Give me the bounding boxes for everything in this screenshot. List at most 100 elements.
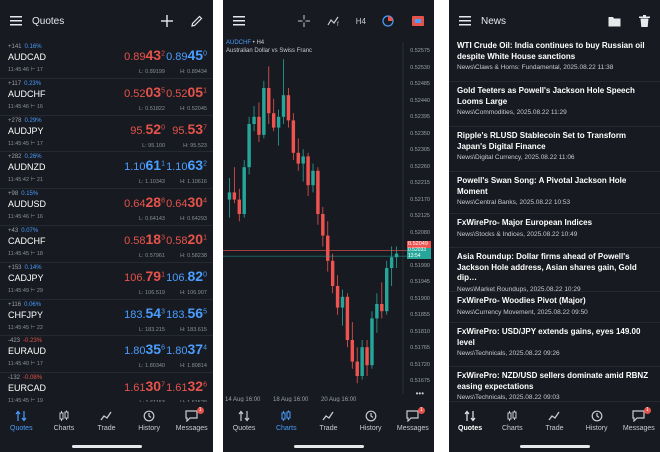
bid-price-big: 35 (145, 341, 162, 358)
news-item[interactable]: FxWirePro: NZD/USD sellers dominate amid… (449, 367, 660, 402)
trash-icon[interactable] (636, 13, 652, 29)
quote-change-percent: 0.16% (24, 44, 42, 50)
quote-time: 11:45:46 ⊢ 16 (8, 104, 43, 110)
bid-price[interactable]: 106.791 (124, 268, 165, 284)
nav-messages[interactable]: 1 Messages (393, 407, 433, 432)
news-item[interactable]: FxWirePro- Major European Indices News\St… (449, 214, 660, 248)
news-item[interactable]: Asia Roundup: Dollar firms ahead of Powe… (449, 248, 660, 293)
nav-quotes[interactable]: Quotes (450, 410, 490, 432)
nav-charts[interactable]: Charts (492, 410, 532, 432)
nav-history[interactable]: History (129, 410, 169, 432)
menu-icon[interactable] (8, 13, 24, 29)
candle-bearish (296, 138, 300, 171)
one-click-trading-icon[interactable] (410, 13, 426, 29)
bid-price-big: 30 (145, 378, 162, 395)
candle-bullish (262, 80, 266, 139)
news-item[interactable]: FxWirePro- Woodies Pivot (Major) News\Cur… (449, 292, 660, 323)
menu-icon[interactable] (231, 13, 247, 29)
add-icon[interactable] (159, 13, 175, 29)
candle-bullish (360, 340, 364, 380)
folder-icon[interactable] (606, 13, 622, 29)
bid-price[interactable]: 0.89432 (124, 47, 165, 63)
candlestick-chart[interactable] (223, 42, 434, 402)
candle-body (316, 170, 320, 214)
nav-quotes[interactable]: Quotes (224, 410, 264, 432)
quotes-arrows-icon (464, 410, 476, 422)
quote-row[interactable]: +117 0.23% AUDCHF 11:45:46 ⊢ 16 0.52035 0.520… (0, 79, 213, 116)
bid-price[interactable]: 183.543 (124, 305, 165, 321)
quote-change-points: +43 (8, 228, 19, 234)
candle-body (306, 156, 310, 186)
ask-price-big: 53 (187, 120, 204, 137)
quote-row[interactable]: +43 0.07% CADCHF 11:45:45 ⊢ 18 0.58183 0.5820… (0, 226, 213, 263)
ask-price[interactable]: 0.89450 (166, 47, 207, 63)
ask-price[interactable]: 1.61326 (166, 378, 207, 394)
timeframe-button[interactable]: H4 (356, 17, 366, 26)
quote-change-percent: 0.07% (21, 228, 39, 234)
quote-row[interactable]: +116 0.06% CHFJPY 11:45:45 ⊢ 22 183.543 183.5… (0, 300, 213, 337)
candle-body (350, 340, 355, 362)
menu-icon[interactable] (457, 13, 473, 29)
news-headline: Ripple's RLUSD Stablecoin Set to Transfo… (457, 131, 627, 151)
bid-price[interactable]: 1.80356 (124, 341, 165, 357)
messages-badge: 1 (417, 407, 425, 414)
bid-price[interactable]: 1.10611 (124, 157, 165, 173)
candle-body (384, 268, 389, 312)
bid-price[interactable]: 0.64288 (124, 194, 165, 210)
nav-history[interactable]: History (577, 410, 617, 432)
ask-price-big: 45 (187, 47, 204, 63)
nav-trade[interactable]: Trade (534, 410, 574, 432)
candle-body (370, 318, 374, 366)
nav-messages[interactable]: 1 Messages (619, 407, 659, 432)
ask-price[interactable]: 95.537 (172, 121, 207, 137)
quote-row[interactable]: +141 0.16% AUDCAD 11:45:46 ⊢ 17 0.89432 0.894… (0, 42, 213, 79)
bid-price[interactable]: 0.52035 (124, 84, 165, 100)
nav-charts[interactable]: Charts (44, 410, 84, 432)
nav-history-label: History (359, 425, 382, 432)
news-item[interactable]: Ripple's RLUSD Stablecoin Set to Transfo… (449, 127, 660, 172)
more-dots[interactable]: ••• (416, 389, 424, 398)
nav-trade[interactable]: Trade (86, 410, 126, 432)
bid-price[interactable]: 1.61307 (124, 378, 165, 394)
nav-trade[interactable]: Trade (308, 410, 348, 432)
quote-row[interactable]: +282 0.26% AUDNZD 11:45:42 ⊢ 21 1.10611 1.106… (0, 152, 213, 190)
news-item[interactable]: WTI Crude Oil: India continues to buy Ru… (449, 37, 660, 82)
candle-body (326, 235, 330, 261)
ask-price-main: 1.10 (166, 161, 188, 174)
news-item[interactable]: FxWirePro: USD/JPY extends gains, eyes 1… (449, 323, 660, 367)
ask-price[interactable]: 1.10632 (166, 157, 207, 173)
ask-price[interactable]: 0.64304 (166, 194, 207, 210)
quote-change-percent: -0.08% (23, 375, 43, 382)
ask-price[interactable]: 0.52051 (166, 84, 207, 100)
trade-clock-icon[interactable] (380, 13, 396, 29)
ask-price[interactable]: 106.820 (166, 268, 207, 284)
bid-price-pip: 3 (161, 307, 165, 315)
nav-charts[interactable]: Charts (266, 410, 306, 432)
news-item[interactable]: Powell's Swan Song: A Pivotal Jackson Ho… (449, 172, 660, 214)
quote-change: +43 0.07% (8, 228, 38, 234)
news-item[interactable]: Gold Teeters as Powell's Jackson Hole Sp… (449, 82, 660, 127)
quote-row[interactable]: -423 -0.23% EURAUD 11:45:40 ⊢ 17 1.80356 1.80… (0, 336, 213, 374)
quotes-arrows-icon (238, 410, 250, 422)
quote-row[interactable]: +98 0.15% AUDUSD 11:45:46 ⊢ 16 0.64288 0.6430… (0, 189, 213, 226)
indicators-icon[interactable]: f (326, 13, 342, 29)
candle-bearish (326, 221, 330, 272)
quote-time-value: 11:45:45 (8, 324, 30, 331)
ask-price[interactable]: 0.58201 (166, 231, 207, 247)
quote-spread: 21 (36, 177, 43, 184)
quote-change-points: +117 (8, 80, 22, 87)
nav-history[interactable]: History (351, 410, 391, 432)
crosshair-icon[interactable] (296, 13, 312, 29)
nav-quotes[interactable]: Quotes (1, 410, 41, 432)
nav-messages[interactable]: 1 Messages (172, 407, 212, 432)
edit-pencil-icon[interactable] (189, 13, 205, 29)
ask-price[interactable]: 183.565 (166, 305, 207, 321)
quote-low: L: 183.215 (139, 326, 165, 333)
quote-row[interactable]: +153 0.14% CADJPY 11:45:49 ⊢ 29 106.791 106.8… (0, 263, 213, 300)
quote-row[interactable]: +278 0.29% AUDJPY 11:45:45 ⊢ 17 95.520 95.537… (0, 116, 213, 153)
ask-price[interactable]: 1.80374 (166, 341, 207, 357)
messages-badge: 1 (643, 407, 651, 414)
bid-price[interactable]: 0.58183 (124, 231, 165, 247)
quote-high: H: 0.89434 (180, 69, 207, 75)
bid-price[interactable]: 95.520 (130, 121, 165, 137)
